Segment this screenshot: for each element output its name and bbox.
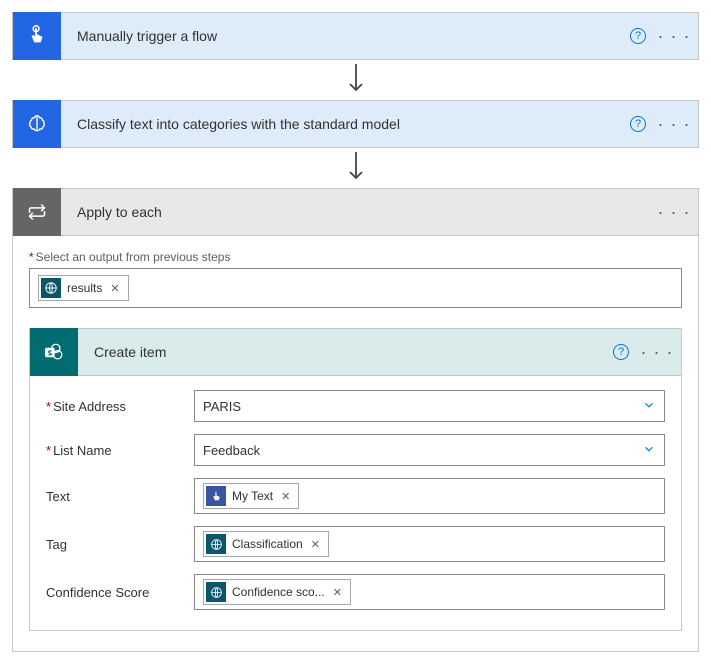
chip-remove[interactable]: ✕ — [108, 282, 121, 295]
chip-label: Classification — [232, 537, 303, 551]
chevron-down-icon — [642, 398, 656, 415]
chip-remove[interactable]: ✕ — [279, 490, 292, 503]
step-classify[interactable]: Classify text into categories with the s… — [12, 100, 699, 148]
more-menu[interactable]: · · · — [637, 336, 677, 368]
chip-remove[interactable]: ✕ — [331, 586, 344, 599]
tag-field[interactable]: Classification ✕ — [194, 526, 665, 562]
site-address-field[interactable]: PARIS — [194, 390, 665, 422]
more-menu[interactable]: · · · — [654, 20, 694, 52]
site-address-label: *Site Address — [46, 399, 194, 414]
step-apply-title: Apply to each — [61, 204, 654, 220]
nested-create-item: Create item ? · · · *Site Address PARIS … — [29, 328, 682, 631]
chevron-down-icon — [642, 442, 656, 459]
sharepoint-icon — [30, 328, 78, 376]
step-create-item[interactable]: Create item ? · · · — [29, 328, 682, 376]
globe-icon — [206, 582, 226, 602]
chip-confidence[interactable]: Confidence sco... ✕ — [203, 579, 351, 605]
chip-results[interactable]: results ✕ — [38, 275, 129, 301]
step-trigger-title: Manually trigger a flow — [61, 28, 622, 44]
create-item-title: Create item — [78, 344, 605, 360]
chip-classification[interactable]: Classification ✕ — [203, 531, 329, 557]
output-input[interactable]: results ✕ — [29, 268, 682, 308]
step-apply-each[interactable]: Apply to each · · · — [12, 188, 699, 236]
globe-icon — [41, 278, 61, 298]
output-label: *Select an output from previous steps — [29, 250, 682, 264]
confidence-field[interactable]: Confidence sco... ✕ — [194, 574, 665, 610]
arrow-connector — [12, 60, 699, 100]
help-icon[interactable]: ? — [622, 20, 654, 52]
more-menu[interactable]: · · · — [654, 108, 694, 140]
list-name-label: *List Name — [46, 443, 194, 458]
confidence-label: Confidence Score — [46, 585, 194, 600]
chip-remove[interactable]: ✕ — [309, 538, 322, 551]
brain-icon — [13, 100, 61, 148]
step-trigger[interactable]: Manually trigger a flow ? · · · — [12, 12, 699, 60]
help-icon[interactable]: ? — [622, 108, 654, 140]
step-classify-title: Classify text into categories with the s… — [61, 116, 622, 132]
touch-icon — [13, 12, 61, 60]
apply-each-body: *Select an output from previous steps re… — [12, 236, 699, 652]
arrow-connector — [12, 148, 699, 188]
chip-label: Confidence sco... — [232, 585, 325, 599]
list-name-field[interactable]: Feedback — [194, 434, 665, 466]
text-label: Text — [46, 489, 194, 504]
touch-icon — [206, 486, 226, 506]
chip-label: My Text — [232, 489, 273, 503]
text-field[interactable]: My Text ✕ — [194, 478, 665, 514]
chip-my-text[interactable]: My Text ✕ — [203, 483, 299, 509]
tag-label: Tag — [46, 537, 194, 552]
more-menu[interactable]: · · · — [654, 196, 694, 228]
help-icon[interactable]: ? — [605, 336, 637, 368]
chip-label: results — [67, 281, 102, 295]
loop-icon — [13, 188, 61, 236]
globe-icon — [206, 534, 226, 554]
create-item-body: *Site Address PARIS *List Name Feedback — [29, 376, 682, 631]
